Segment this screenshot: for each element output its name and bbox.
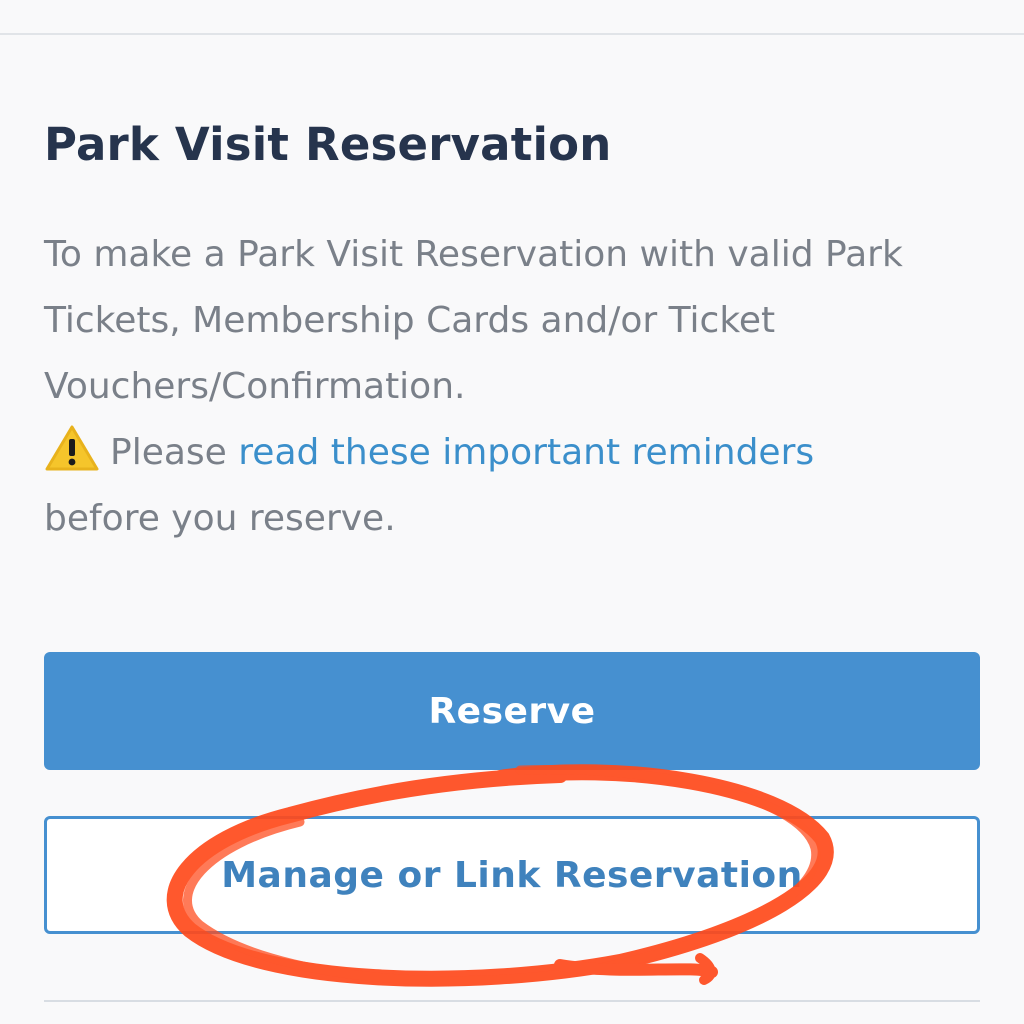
warning-icon xyxy=(45,425,99,471)
description-text: To make a Park Visit Reservation with va… xyxy=(44,234,903,407)
manage-or-link-reservation-button[interactable]: Manage or Link Reservation xyxy=(44,816,980,934)
reminder-suffix: before you reserve. xyxy=(44,498,396,539)
reminder-line: Please read these important reminders bef… xyxy=(44,420,974,552)
top-divider xyxy=(0,33,1024,35)
bottom-divider xyxy=(44,1000,980,1002)
description-block: To make a Park Visit Reservation with va… xyxy=(44,222,974,552)
important-reminders-link[interactable]: read these important reminders xyxy=(238,432,814,473)
reserve-button[interactable]: Reserve xyxy=(44,652,980,770)
page-title: Park Visit Reservation xyxy=(44,118,612,171)
reminder-prefix: Please xyxy=(110,432,239,473)
